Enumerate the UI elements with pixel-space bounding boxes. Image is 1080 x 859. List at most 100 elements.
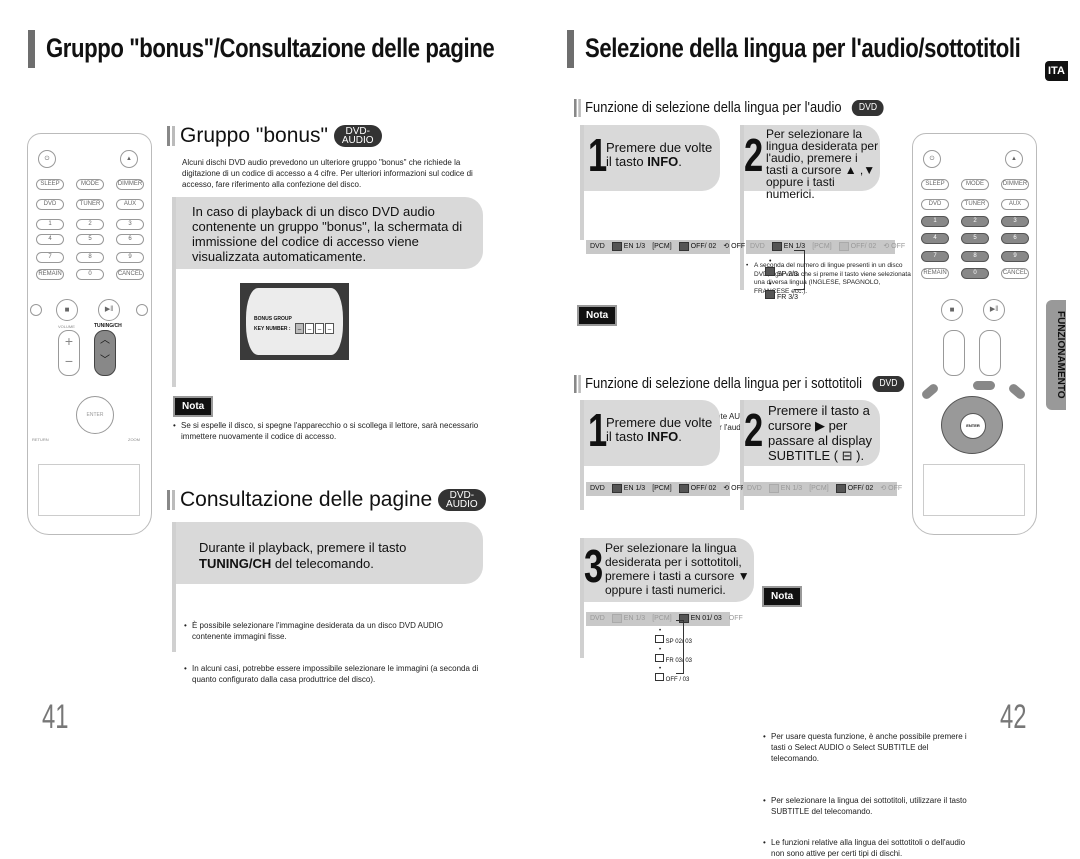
remote-button: 5 (76, 234, 104, 245)
pages-section-title: Consultazione delle pagine DVD- AUDIO (167, 488, 486, 512)
stop-icon: ■ (56, 299, 78, 321)
pages-instruction-text: Durante il playback, premere il tasto TUN… (199, 540, 407, 571)
title-bar-decoration (28, 30, 35, 68)
volume-rocker-icon: + − (58, 330, 80, 376)
remote-button: DIMMER (1001, 179, 1029, 190)
dpad-icon: ENTER (941, 396, 1003, 454)
remote-button: CANCEL (1001, 268, 1029, 279)
nota-label: Nota (762, 586, 803, 607)
remote-button: 4 (921, 233, 949, 244)
remote-button: 5 (961, 233, 989, 244)
remote-button: 2 (961, 216, 989, 227)
remote-button: 6 (1001, 233, 1029, 244)
subtitle-note: Le funzioni relative alla lingua dei sot… (763, 837, 971, 859)
remote-button: 4 (36, 234, 64, 245)
audio-section-title: Funzione di selezione della lingua per l… (574, 99, 884, 118)
key-digit[interactable]: _ (305, 323, 314, 334)
bonus-instruction-box: In caso di playback di un disco DVD audi… (176, 197, 483, 269)
remote-button: 9 (1001, 251, 1029, 262)
bonus-instruction-text: In caso di playback di un disco DVD audi… (192, 204, 463, 264)
nota-label: Nota (173, 396, 214, 417)
remote-button: SLEEP (36, 179, 64, 190)
remote-button: AUX (116, 199, 144, 210)
subtitle-section-title: Funzione di selezione della lingua per i… (574, 375, 905, 394)
bonus-section-title: Gruppo "bonus" DVD- AUDIO (167, 124, 382, 148)
remote-button: DVD (921, 199, 949, 210)
subtitle-language-options: • SP 02/ 03 • FR 03/ 03 • OFF / 03 (655, 627, 692, 684)
tuning-rocker-icon (979, 330, 1001, 376)
remote-button: 1 (36, 219, 64, 230)
page-title-right: Selezione della lingua per l'audio/sotto… (585, 33, 1021, 63)
step-text: Per selezionare la lingua desiderata per… (605, 541, 750, 597)
dvd-badge: DVD (872, 376, 905, 393)
subtitle-step1-box: 1 Premere due volte il tasto INFO. (584, 400, 720, 466)
volume-label: VOLUME (58, 324, 75, 329)
remote-button: REMAIN (921, 268, 949, 279)
remote-button: 2 (76, 219, 104, 230)
remote-button: REMAIN (36, 269, 64, 280)
subtitle-note: Per selezionare la lingua dei sottotitol… (763, 795, 971, 817)
step-number: 3 (584, 540, 604, 592)
play-pause-icon: ▶‖ (983, 299, 1005, 321)
key-digit[interactable]: _ (315, 323, 324, 334)
remote-button: 6 (116, 234, 144, 245)
audio-button-icon (1007, 382, 1027, 401)
subtitle-button-icon (920, 382, 940, 401)
screen-key-number-label: KEY NUMBER : (254, 326, 291, 332)
bonus-group-screen: BONUS GROUP KEY NUMBER : _ _ _ _ (240, 283, 349, 360)
osd-bar: DVD EN 1/3 [PCM] EN 01/ 03 OFF (586, 612, 743, 626)
remote-button: CANCEL (116, 269, 144, 280)
remote-button: DIMMER (116, 179, 144, 190)
key-digit[interactable]: _ (295, 323, 304, 334)
remote-control-right: ⏻ ▲ SLEEP MODE DIMMER DVD TUNER AUX 1 2 … (912, 133, 1037, 535)
step-text: Premere il tasto a cursore ▶ per passare… (768, 403, 873, 463)
surround-button-panel (923, 464, 1025, 516)
remote-button: 0 (76, 269, 104, 280)
key-number-input[interactable]: _ _ _ _ (295, 323, 334, 334)
dvd-audio-badge: DVD- AUDIO (333, 125, 382, 148)
language-tab: ITA (1045, 61, 1068, 81)
key-digit[interactable]: _ (325, 323, 334, 334)
pages-instruction-box: Durante il playback, premere il tasto TUN… (176, 522, 483, 584)
remote-button: 7 (36, 252, 64, 263)
step-text: Premere due volte il tasto INFO. (606, 415, 713, 444)
zoom-label: ZOOM (128, 437, 140, 442)
dpad-icon: ENTER (76, 396, 114, 434)
step-text: Per selezionare la lingua desiderata per… (766, 127, 879, 201)
skip-forward-icon (136, 304, 148, 316)
tuning-ch-rocker-icon: ︿ ﹀ (94, 330, 116, 376)
cycle-arrow-line (676, 620, 684, 674)
power-button-icon: ⏻ (923, 150, 941, 168)
remote-button: DVD (36, 199, 64, 210)
remote-button: 8 (961, 251, 989, 262)
remote-button: SLEEP (921, 179, 949, 190)
remote-button: MODE (76, 179, 104, 190)
bonus-intro-text: Alcuni dischi DVD audio prevedono un ult… (182, 158, 473, 189)
bonus-note: Se si espelle il disco, si spegne l'appa… (173, 420, 506, 442)
osd-bar: DVD EN 1/3 [PCM] OFF/ 02 ⟲ OFF (746, 240, 905, 254)
osd-bar: DVD EN 1/3 [PCM] OFF/ 02 ⟲ OFF (743, 482, 902, 496)
remote-button: 7 (921, 251, 949, 262)
section-bars-decoration (167, 126, 175, 147)
page-title-left: Gruppo "bonus"/Consultazione delle pagin… (46, 33, 495, 63)
eject-button-icon: ▲ (120, 150, 138, 168)
stop-icon: ■ (941, 299, 963, 321)
screen-bonus-group-text: BONUS GROUP (254, 316, 292, 322)
subtitle-note: Per usare questa funzione, è anche possi… (763, 731, 971, 764)
remote-button: MODE (961, 179, 989, 190)
step-number: 1 (588, 404, 608, 456)
remote-button: TUNER (961, 199, 989, 210)
step-text: Premere due volte il tasto INFO. (606, 140, 713, 169)
pages-note: In alcuni casi, potrebbe essere impossib… (184, 663, 482, 685)
remote-button: 9 (116, 252, 144, 263)
cycle-arrow-line (794, 250, 805, 290)
subtitle-step3-box: 3 Per selezionare la lingua desiderata p… (584, 538, 754, 602)
subtitle-step2-box: 2 Premere il tasto a cursore ▶ per passa… (744, 400, 880, 466)
page-number-left: 41 (42, 698, 69, 736)
osd-bar: DVD EN 1/3 [PCM] OFF/ 02 ⟲ OFF (586, 240, 745, 254)
audio-step2-box: 2 Per selezionare la lingua desiderata p… (744, 125, 880, 200)
step-number: 1 (588, 129, 608, 181)
eject-button-icon: ▲ (1005, 150, 1023, 168)
remote-button: 0 (961, 268, 989, 279)
play-pause-icon: ▶‖ (98, 299, 120, 321)
